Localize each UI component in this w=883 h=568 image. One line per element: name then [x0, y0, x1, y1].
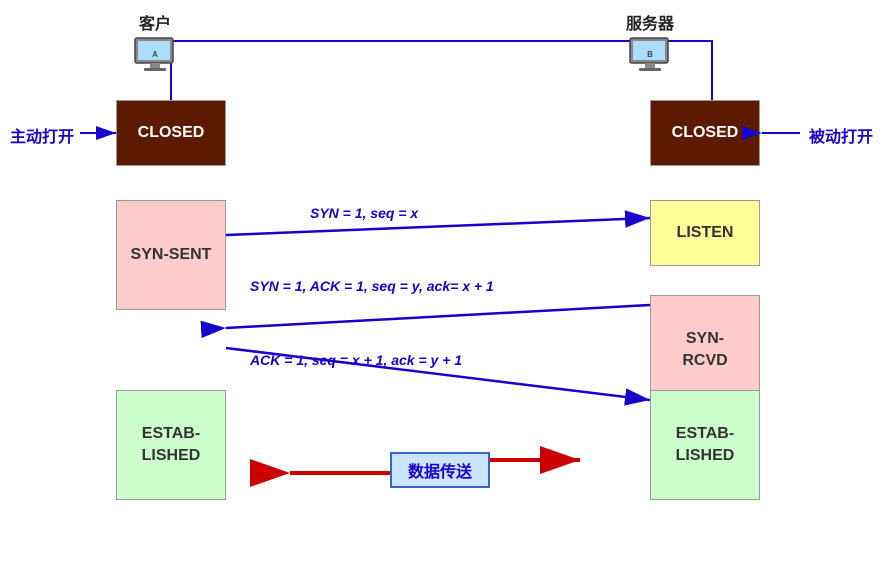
msg3-label: ACK = 1, seq = x + 1, ack = y + 1: [250, 352, 462, 368]
listen-box: LISTEN: [650, 200, 760, 266]
estab-client-box: ESTAB- LISHED: [116, 390, 226, 500]
passive-open-label: 被动打开: [809, 123, 873, 147]
server-closed-box: CLOSED: [650, 100, 760, 166]
server-computer: 服务器 B: [625, 10, 675, 76]
syn-sent-box: SYN-SENT: [116, 200, 226, 310]
syn-rcvd-box: SYN- RCVD: [650, 295, 760, 405]
estab-server-box: ESTAB- LISHED: [650, 390, 760, 500]
data-transfer-box: 数据传送: [390, 452, 490, 488]
svg-text:B: B: [647, 50, 653, 59]
client-computer-icon: A: [130, 36, 180, 76]
msg1-label: SYN = 1, seq = x: [310, 205, 418, 221]
active-open-label: 主动打开: [10, 123, 74, 147]
msg2-label: SYN = 1, ACK = 1, seq = y, ack= x + 1: [250, 278, 494, 294]
syn-arrow: [226, 218, 650, 235]
server-label: 服务器: [626, 10, 674, 34]
diagram-container: 客户 A 服务器 B CLOSED CLOSED SYN-SENT: [0, 0, 883, 568]
syn-ack-arrow: [226, 305, 650, 328]
svg-text:A: A: [152, 50, 158, 59]
client-label: 客户: [139, 10, 171, 34]
client-closed-box: CLOSED: [116, 100, 226, 166]
server-computer-icon: B: [625, 36, 675, 76]
client-computer: 客户 A: [130, 10, 180, 76]
